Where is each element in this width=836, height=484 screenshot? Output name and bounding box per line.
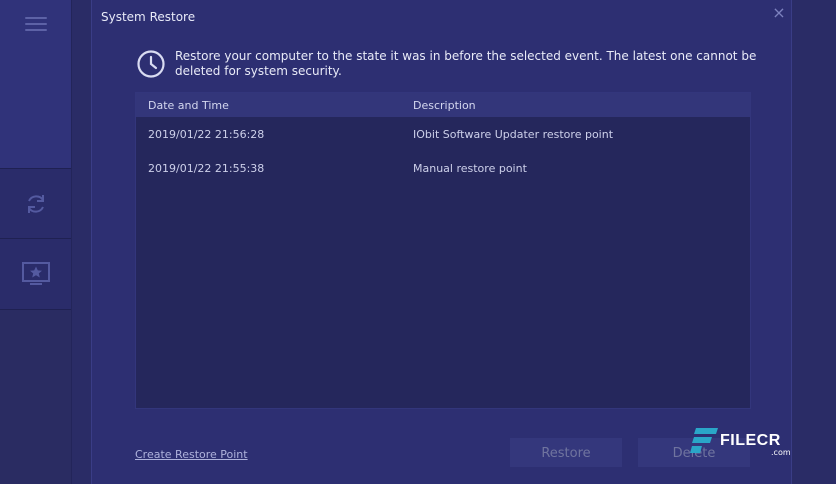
row-description: Manual restore point <box>413 162 527 175</box>
row-description: IObit Software Updater restore point <box>413 128 614 141</box>
menu-icon[interactable] <box>24 17 47 35</box>
close-icon[interactable]: × <box>772 5 786 21</box>
row-date: 2019/01/22 21:56:28 <box>148 128 265 141</box>
watermark-suffix: .com <box>771 448 791 457</box>
info-text: Restore your computer to the state it wa… <box>175 49 757 78</box>
filecr-watermark: FILECR .com <box>688 424 798 460</box>
app-sidebar <box>0 0 72 484</box>
sidebar-item-favorites[interactable] <box>0 239 71 310</box>
row-date: 2019/01/22 21:55:38 <box>148 162 265 175</box>
clock-icon <box>137 50 165 78</box>
table-row[interactable]: 2019/01/22 21:56:28 IObit Software Updat… <box>136 117 750 151</box>
dialog-title: System Restore <box>101 10 196 24</box>
column-header-description[interactable]: Description <box>413 99 476 112</box>
sidebar-item-sync[interactable] <box>0 169 71 239</box>
create-restore-point-link[interactable]: Create Restore Point <box>135 448 248 461</box>
sync-icon <box>27 194 44 213</box>
column-header-date[interactable]: Date and Time <box>148 99 229 112</box>
filecr-logo-icon <box>690 428 718 453</box>
system-restore-dialog: System Restore × Restore your computer t… <box>91 0 792 484</box>
star-screen-icon <box>21 262 50 285</box>
sidebar-empty <box>0 310 71 484</box>
sidebar-menu-area <box>0 0 71 169</box>
table-header: Date and Time Description <box>136 93 750 117</box>
restore-points-table: Date and Time Description 2019/01/22 21:… <box>135 92 751 409</box>
table-row[interactable]: 2019/01/22 21:55:38 Manual restore point <box>136 151 750 185</box>
restore-button[interactable]: Restore <box>510 438 622 467</box>
